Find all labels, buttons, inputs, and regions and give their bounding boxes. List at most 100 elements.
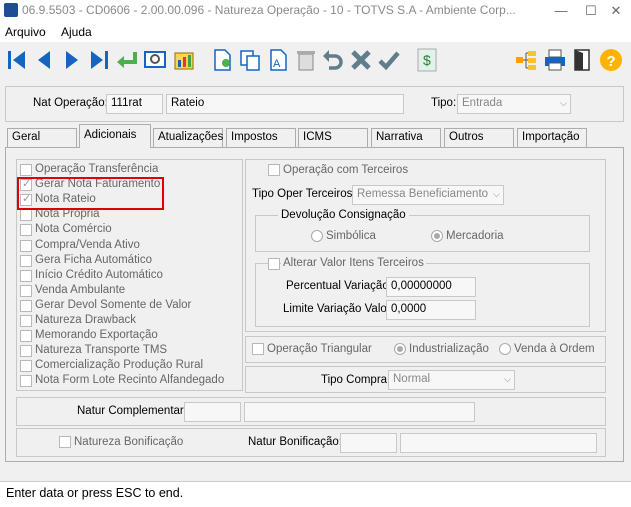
limite-input[interactable]: 0,0000 xyxy=(386,300,476,320)
tab-adicionais[interactable]: Adicionais xyxy=(79,124,151,148)
cancel-icon[interactable] xyxy=(349,48,373,72)
tipo-oper-value: Remessa Beneficiamento xyxy=(357,188,489,200)
nat-operacao-desc: Rateio xyxy=(166,94,404,114)
exit-icon[interactable] xyxy=(571,48,595,72)
highlight-box xyxy=(17,177,164,210)
natur-bonificacao-desc xyxy=(400,433,597,453)
chevron-down-icon: ⌵ xyxy=(560,98,567,108)
copy-icon[interactable] xyxy=(238,48,262,72)
percentual-input[interactable]: 0,00000000 xyxy=(386,277,476,297)
left-check-checkbox[interactable] xyxy=(20,254,32,267)
tab-geral[interactable]: Geral xyxy=(7,128,77,147)
left-check-checkbox[interactable] xyxy=(20,284,32,297)
prev-icon[interactable] xyxy=(32,48,56,72)
simbolica-radio[interactable] xyxy=(311,230,323,242)
left-check-label: Gera Ficha Automático xyxy=(35,253,152,266)
left-check-label: Natureza Transporte TMS xyxy=(35,344,168,357)
left-check-checkbox[interactable] xyxy=(20,330,32,343)
menu-arquivo[interactable]: Arquivo xyxy=(5,25,46,39)
window-title: 06.9.5503 - CD0606 - 2.00.00.096 - Natur… xyxy=(22,3,516,17)
tipo-compra-select[interactable]: Normal ⌵ xyxy=(388,370,515,390)
status-text: Enter data or press ESC to end. xyxy=(6,486,184,500)
tipo-label: Tipo: xyxy=(431,97,457,109)
left-check-checkbox[interactable] xyxy=(20,299,32,312)
left-check-label: Natureza Drawback xyxy=(35,314,136,326)
left-check-label: Nota Comércio xyxy=(35,223,112,236)
next-icon[interactable] xyxy=(60,48,84,72)
industrializacao-label: Industrialização xyxy=(409,343,489,355)
left-check-checkbox[interactable] xyxy=(20,375,32,388)
left-check-checkbox[interactable] xyxy=(20,315,32,327)
left-check-checkbox[interactable] xyxy=(20,209,32,222)
limite-label: Limite Variação Valor: xyxy=(283,303,394,315)
print-icon[interactable] xyxy=(543,48,567,72)
natur-bonificacao-label: Natur Bonificação: xyxy=(248,436,342,448)
left-check-checkbox[interactable] xyxy=(20,164,32,176)
svg-text:$: $ xyxy=(423,52,431,68)
nat-operacao-label: Nat Operação: xyxy=(33,97,108,109)
last-icon[interactable] xyxy=(87,48,111,72)
left-check-label: Início Crédito Automático xyxy=(35,268,163,281)
tab-narrativa[interactable]: Narrativa xyxy=(371,128,441,147)
simbolica-label: Simbólica xyxy=(326,230,376,242)
natur-complementar-label: Natur Complementar: xyxy=(77,405,187,417)
delete-icon[interactable] xyxy=(294,48,318,72)
tab-icms[interactable]: ICMS xyxy=(298,128,368,147)
operacao-triangular-label: Operação Triangular xyxy=(267,343,372,355)
tipo-value: Entrada xyxy=(462,97,503,109)
operacao-triangular-checkbox[interactable] xyxy=(252,343,264,355)
mercadoria-label: Mercadoria xyxy=(446,230,504,242)
close-icon[interactable]: ✕ xyxy=(601,0,631,22)
svg-text:A: A xyxy=(273,58,281,70)
alterar-valor-label: Alterar Valor Itens Terceiros xyxy=(281,257,426,269)
report-icon[interactable] xyxy=(172,48,196,72)
left-check-label: Nota Própria xyxy=(35,208,100,221)
new-icon[interactable] xyxy=(210,48,234,72)
natur-bonificacao-input[interactable] xyxy=(340,433,397,453)
left-check-label: Compra/Venda Ativo xyxy=(35,238,140,251)
help-icon[interactable]: ? xyxy=(599,48,623,72)
tipo-oper-terceiros-label: Tipo Oper Terceiros: xyxy=(252,188,356,200)
tipo-compra-label: Tipo Compra: xyxy=(321,374,391,386)
tipo-oper-terceiros-select[interactable]: Remessa Beneficiamento ⌵ xyxy=(352,185,504,205)
left-check-checkbox[interactable] xyxy=(20,360,32,373)
left-check-label: Operação Transferência xyxy=(35,163,159,175)
mercadoria-radio[interactable] xyxy=(431,230,443,242)
nat-operacao-input[interactable]: 111rat xyxy=(106,94,163,114)
left-check-label: Venda Ambulante xyxy=(35,283,126,296)
venda-ordem-radio[interactable] xyxy=(499,343,511,355)
menu-ajuda[interactable]: Ajuda xyxy=(61,25,92,39)
left-check-checkbox[interactable] xyxy=(20,239,32,252)
tree-icon[interactable] xyxy=(514,48,538,72)
chevron-down-icon: ⌵ xyxy=(504,374,511,384)
left-check-checkbox[interactable] xyxy=(20,269,32,282)
app-icon xyxy=(4,3,18,17)
tab-outros[interactable]: Outros xyxy=(444,128,514,147)
tab-atualizacoes[interactable]: Atualizações xyxy=(153,128,223,147)
natur-complementar-desc xyxy=(244,402,475,422)
percentual-label: Percentual Variação: xyxy=(286,280,392,292)
first-icon[interactable] xyxy=(5,48,29,72)
left-check-label: Nota Form Lote Recinto Alfandegado xyxy=(35,374,225,387)
tipo-select[interactable]: Entrada ⌵ xyxy=(457,94,571,114)
natur-complementar-input[interactable] xyxy=(184,402,241,422)
operacao-terceiros-checkbox[interactable] xyxy=(268,164,280,176)
alterar-valor-checkbox[interactable] xyxy=(268,258,280,270)
natureza-bonificacao-label: Natureza Bonificação xyxy=(74,436,184,448)
undo-icon[interactable] xyxy=(321,48,345,72)
edit-icon[interactable]: A xyxy=(266,48,290,72)
minimize-icon[interactable]: — xyxy=(546,0,576,22)
industrializacao-radio[interactable] xyxy=(394,343,406,355)
save-icon[interactable] xyxy=(377,48,401,72)
return-icon[interactable] xyxy=(115,48,139,72)
natureza-bonificacao-checkbox[interactable] xyxy=(59,436,71,448)
venda-ordem-label: Venda à Ordem xyxy=(514,343,595,355)
tab-impostos[interactable]: Impostos xyxy=(226,128,296,147)
money-icon[interactable]: $ xyxy=(415,48,439,72)
zoom-icon[interactable] xyxy=(143,48,167,72)
left-check-checkbox[interactable] xyxy=(20,224,32,237)
left-check-label: Gerar Devol Somente de Valor xyxy=(35,298,192,311)
tab-importacao[interactable]: Importação xyxy=(517,128,587,147)
chevron-down-icon: ⌵ xyxy=(493,189,500,199)
left-check-checkbox[interactable] xyxy=(20,345,32,358)
